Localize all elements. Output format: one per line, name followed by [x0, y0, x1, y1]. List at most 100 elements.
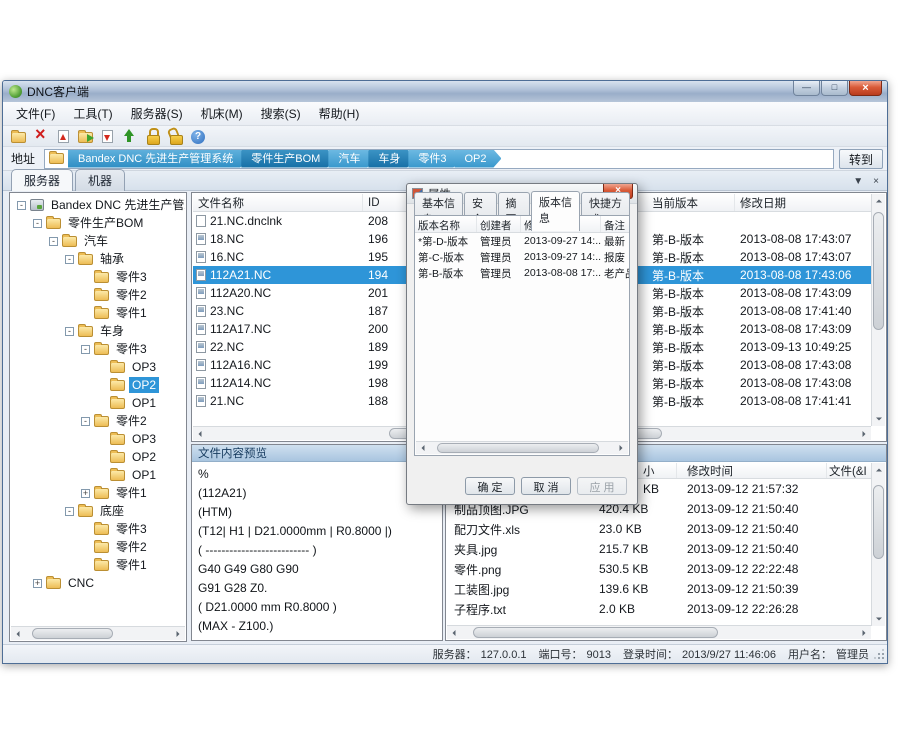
version-column-header[interactable]: 备注	[601, 216, 629, 232]
version-column-header[interactable]: 创建者	[477, 216, 521, 232]
scroll-right-arrow[interactable]	[857, 626, 871, 639]
attachment-row[interactable]: 零件.png530.5 KB2013-09-12 22:22:48	[447, 559, 871, 579]
dialog-hscrollbar[interactable]	[416, 441, 628, 454]
tree-hscrollbar[interactable]	[11, 626, 185, 640]
tree-item[interactable]: OP2	[11, 376, 185, 394]
minus-expander-icon[interactable]: -	[65, 255, 74, 264]
dialog-tab[interactable]: 版本信息	[531, 191, 580, 231]
scroll-thumb[interactable]	[873, 212, 884, 330]
cancel-button[interactable]: 取 消	[521, 477, 571, 495]
minus-expander-icon[interactable]: -	[33, 219, 42, 228]
version-row[interactable]: *第-D-版本管理员2013-09-27 14:...最新	[415, 233, 629, 249]
column-header-version[interactable]: 当前版本	[647, 194, 735, 211]
tab-machine[interactable]: 机器	[75, 169, 125, 191]
minus-expander-icon[interactable]: -	[65, 327, 74, 336]
panel-close-button[interactable]: ×	[873, 174, 879, 190]
version-row[interactable]: 第-C-版本管理员2013-09-27 14:...报废	[415, 249, 629, 265]
menu-search[interactable]: 搜索(S)	[252, 102, 310, 125]
address-box[interactable]: Bandex DNC 先进生产管理系统零件生产BOM汽车车身零件3OP2	[44, 149, 834, 169]
upload-file-icon[interactable]	[58, 130, 69, 143]
tree-item[interactable]: 零件3	[11, 268, 185, 286]
scroll-right-arrow[interactable]	[857, 427, 871, 440]
scroll-track[interactable]	[461, 626, 857, 639]
download-file-icon[interactable]	[102, 130, 113, 143]
menu-machine[interactable]: 机床(M)	[192, 102, 252, 125]
new-folder-icon[interactable]	[11, 132, 26, 143]
scroll-left-arrow[interactable]	[416, 442, 430, 454]
scroll-down-arrow[interactable]	[872, 412, 885, 426]
delete-icon[interactable]	[33, 128, 49, 144]
tree-item[interactable]: 零件1	[11, 556, 185, 574]
version-column-header[interactable]: 版本名称	[415, 216, 477, 232]
lock-icon[interactable]	[145, 128, 161, 144]
breadcrumb-segment[interactable]: OP2	[454, 150, 501, 168]
file-list-vscrollbar[interactable]	[871, 194, 885, 426]
version-row[interactable]: 第-B-版本管理员2013-08-08 17:...老产品程序	[415, 265, 629, 281]
menu-tools[interactable]: 工具(T)	[64, 102, 121, 125]
ok-button[interactable]: 确 定	[465, 477, 515, 495]
scroll-up-arrow[interactable]	[872, 194, 885, 208]
attachment-row[interactable]: 夹具.jpg215.7 KB2013-09-12 21:50:40	[447, 539, 871, 559]
title-bar[interactable]: DNC客户端 —□×	[3, 81, 887, 102]
tree-item[interactable]: OP1	[11, 466, 185, 484]
tree-item[interactable]: OP2	[11, 448, 185, 466]
scroll-right-arrow[interactable]	[171, 627, 185, 640]
tree-item[interactable]: +CNC	[11, 574, 185, 592]
scroll-right-arrow[interactable]	[614, 442, 628, 454]
tree-item[interactable]: OP1	[11, 394, 185, 412]
tree-item[interactable]: -零件3	[11, 340, 185, 358]
scroll-thumb[interactable]	[473, 627, 719, 638]
breadcrumb-segment[interactable]: 零件3	[408, 150, 461, 168]
upload-arrow-icon[interactable]	[122, 128, 138, 144]
tree-item[interactable]: 零件3	[11, 520, 185, 538]
minus-expander-icon[interactable]: -	[17, 201, 26, 210]
go-button[interactable]: 转到	[839, 149, 883, 169]
attach-column-file[interactable]: 文件(&I	[827, 463, 871, 478]
scroll-thumb[interactable]	[873, 485, 884, 559]
breadcrumb-segment[interactable]: 零件生产BOM	[241, 150, 335, 168]
tree-item[interactable]: -车身	[11, 322, 185, 340]
resize-grip[interactable]	[875, 650, 885, 660]
attachments-hscrollbar[interactable]	[447, 625, 871, 639]
plus-expander-icon[interactable]: +	[81, 489, 90, 498]
help-icon[interactable]	[191, 130, 205, 144]
tree-item[interactable]: 零件2	[11, 538, 185, 556]
scroll-down-arrow[interactable]	[872, 612, 885, 626]
tree-item[interactable]: -底座	[11, 502, 185, 520]
tab-server[interactable]: 服务器	[11, 169, 73, 191]
scroll-track[interactable]	[25, 627, 171, 640]
minus-expander-icon[interactable]: -	[65, 507, 74, 516]
attachment-row[interactable]: 工装图.jpg139.6 KB2013-09-12 21:50:39	[447, 579, 871, 599]
scroll-thumb[interactable]	[437, 443, 599, 453]
menu-server[interactable]: 服务器(S)	[122, 102, 192, 125]
breadcrumb-segment[interactable]: 车身	[368, 150, 415, 168]
menu-help[interactable]: 帮助(H)	[310, 102, 369, 125]
tree-item[interactable]: +零件1	[11, 484, 185, 502]
scroll-thumb[interactable]	[32, 628, 112, 639]
send-folder-icon[interactable]	[78, 132, 93, 143]
tree-item[interactable]: OP3	[11, 358, 185, 376]
breadcrumb-segment[interactable]: Bandex DNC 先进生产管理系统	[68, 150, 248, 168]
minus-expander-icon[interactable]: -	[81, 345, 90, 354]
minus-expander-icon[interactable]: -	[81, 417, 90, 426]
minus-expander-icon[interactable]: -	[49, 237, 58, 246]
tree-item[interactable]: 零件2	[11, 286, 185, 304]
tree-item[interactable]: -零件2	[11, 412, 185, 430]
tree-item[interactable]: -零件生产BOM	[11, 214, 185, 232]
attachment-row[interactable]: 子程序.txt2.0 KB2013-09-12 22:26:28	[447, 599, 871, 619]
tree-item[interactable]: -轴承	[11, 250, 185, 268]
scroll-track[interactable]	[430, 442, 614, 454]
scroll-up-arrow[interactable]	[872, 463, 885, 477]
column-header-name[interactable]: 文件名称	[193, 194, 363, 211]
close-button[interactable]: ×	[849, 81, 882, 96]
tree-item[interactable]: -Bandex DNC 先进生产管理系统	[11, 196, 185, 214]
plus-expander-icon[interactable]: +	[33, 579, 42, 588]
minimize-button[interactable]: —	[793, 81, 820, 96]
tree-item[interactable]: OP3	[11, 430, 185, 448]
panel-dropdown-button[interactable]: ▼	[853, 174, 863, 190]
scroll-left-arrow[interactable]	[193, 427, 207, 440]
scroll-track[interactable]	[872, 208, 885, 412]
column-header-date[interactable]: 修改日期	[735, 194, 871, 211]
attachment-row[interactable]: 配刀文件.xls23.0 KB2013-09-12 21:50:40	[447, 519, 871, 539]
tree-item[interactable]: -汽车	[11, 232, 185, 250]
